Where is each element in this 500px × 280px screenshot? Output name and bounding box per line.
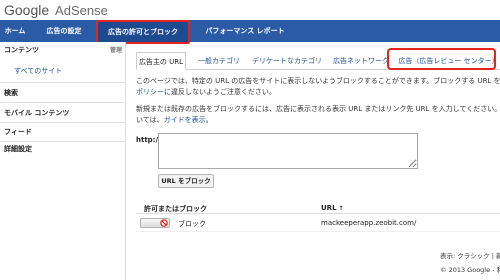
block-icon — [160, 219, 168, 227]
sidebar-item-feed[interactable]: フィード — [0, 127, 126, 137]
header: Google AdSense — [0, 0, 500, 20]
main-content: 広告主の URL 一般カテゴリ デリケートなカテゴリ 広告ネットワーク 広告（広… — [130, 42, 500, 280]
adsense-logo[interactable]: Google AdSense — [4, 2, 108, 18]
tab-sensitive-category[interactable]: デリケートなカテゴリ — [248, 52, 326, 70]
tab-general-category[interactable]: 一般カテゴリ — [194, 52, 244, 70]
sidebar-item-all-sites[interactable]: すべてのサイト — [0, 66, 126, 76]
sidebar-item-advanced[interactable]: 詳細設定 — [0, 144, 126, 154]
sidebar: コンテンツ 管理 すべてのサイト 検索 モバイル コンテンツ フィード 詳細設定 — [0, 42, 126, 280]
sidebar-divider — [0, 122, 126, 123]
nav-allow-block-ads[interactable]: 広告の許可とブロック — [96, 20, 190, 44]
block-url-button[interactable]: URL をブロック — [158, 174, 214, 188]
column-header-url-label: URL — [321, 204, 337, 212]
logo-google: Google — [4, 2, 50, 18]
sidebar-divider — [0, 102, 126, 103]
sidebar-contents-label: コンテンツ — [4, 46, 39, 54]
guide-link[interactable]: ガイドを表示 — [164, 116, 206, 124]
blocked-urls-table-header: 許可またはブロック URL ↑ — [136, 200, 500, 214]
sidebar-divider — [0, 82, 126, 83]
sidebar-contents-heading: コンテンツ 管理 — [0, 45, 126, 55]
http-prefix-label: http:// — [136, 136, 161, 144]
allow-block-toggle[interactable] — [140, 218, 170, 228]
tab-advertiser-url[interactable]: 広告主の URL — [136, 52, 186, 70]
column-header-url[interactable]: URL ↑ — [321, 204, 344, 212]
description-line-2-text: に違反しないようご注意ください。 — [164, 88, 276, 96]
nav-home[interactable]: ホーム — [0, 20, 30, 42]
copyright-text: © 2013 Google - 利 — [440, 266, 500, 274]
description-line-4: いては、ガイドを表示。 — [136, 115, 500, 126]
sort-ascending-icon: ↑ — [338, 205, 344, 212]
logo-product: AdSense — [55, 3, 108, 18]
highlight-frame — [387, 48, 496, 70]
nav-ad-settings[interactable]: 広告の設定 — [34, 20, 94, 42]
column-header-status: 許可またはブロック — [144, 205, 207, 213]
description-line-2: ポリシーに違反しないようご注意ください。 — [136, 87, 500, 98]
sidebar-divider — [0, 141, 126, 142]
description-line-1: このページでは、特定の URL の広告をサイトに表示しないようブロックすることが… — [136, 77, 500, 85]
sidebar-manage-link[interactable]: 管理 — [110, 45, 122, 54]
description-line-4-end: 。 — [205, 116, 213, 124]
top-nav: ホーム 広告の設定 広告の許可とブロック パフォーマンス レポート — [0, 20, 500, 44]
sidebar-item-mobile[interactable]: モバイル コンテンツ — [0, 108, 126, 118]
row-status-text: ブロック — [178, 220, 206, 228]
sidebar-item-search[interactable]: 検索 — [0, 88, 126, 98]
description-line-4-start: いては、 — [136, 116, 164, 124]
display-mode-switch[interactable]: 表示: クラシック | 新 — [440, 250, 500, 260]
description-line-3: 新規または既存の広告をブロックするには、広告に表示される表示 URL またはリン… — [136, 105, 500, 113]
policy-link[interactable]: ポリシー — [136, 88, 164, 96]
tab-ad-networks[interactable]: 広告ネットワーク — [330, 52, 392, 70]
row-url-text: mackeeperapp.zeobit.com/ — [321, 219, 417, 227]
table-row: ブロック mackeeperapp.zeobit.com/ — [136, 216, 500, 232]
url-input[interactable] — [158, 133, 418, 169]
nav-performance-reports[interactable]: パフォーマンス レポート — [200, 20, 290, 42]
